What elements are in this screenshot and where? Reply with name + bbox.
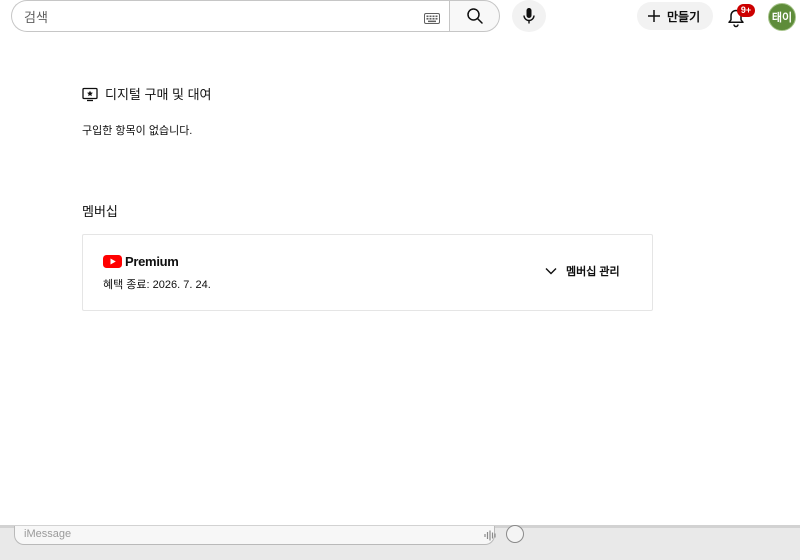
voice-search-button[interactable] [512,0,546,32]
manage-membership-button[interactable]: 멤버십 관리 [545,263,620,279]
search-input[interactable] [24,8,404,26]
search-box[interactable] [11,0,449,32]
emoji-icon[interactable] [506,525,524,543]
search-button[interactable] [449,0,500,32]
membership-heading: 멤버십 [82,204,118,219]
chevron-down-icon [545,267,557,275]
search-icon [466,7,484,25]
microphone-icon [522,7,536,25]
imessage-placeholder: iMessage [24,528,72,540]
avatar-text: 태이 [771,12,793,24]
imessage-input[interactable]: iMessage [14,526,498,545]
benefit-end-date: 혜택 종료: 2026. 7. 24. [103,279,211,291]
membership-card: Premium 혜택 종료: 2026. 7. 24. 멤버십 관리 [82,234,653,311]
purchase-video-icon [82,86,98,102]
avatar[interactable]: 태이 [768,3,796,31]
premium-product-name: Premium [125,254,179,269]
purchases-title: 디지털 구매 및 대여 [105,87,212,102]
create-button-label: 만들기 [667,9,701,24]
purchases-section-header: 디지털 구매 및 대여 [82,84,212,103]
youtube-premium-logo: Premium [103,254,179,269]
plus-icon [647,9,661,23]
audio-wave-icon[interactable] [484,530,498,541]
create-button[interactable]: 만들기 [637,2,713,30]
purchases-empty-message: 구입한 항목이 없습니다. [82,125,193,137]
top-header: 만들기 9+ 태이 [0,0,800,34]
youtube-logo-icon [103,255,122,268]
keyboard-icon[interactable] [424,11,440,24]
notification-badge: 9+ [737,4,755,17]
notifications-button[interactable]: 9+ [726,4,755,30]
manage-membership-label: 멤버십 관리 [566,266,620,278]
